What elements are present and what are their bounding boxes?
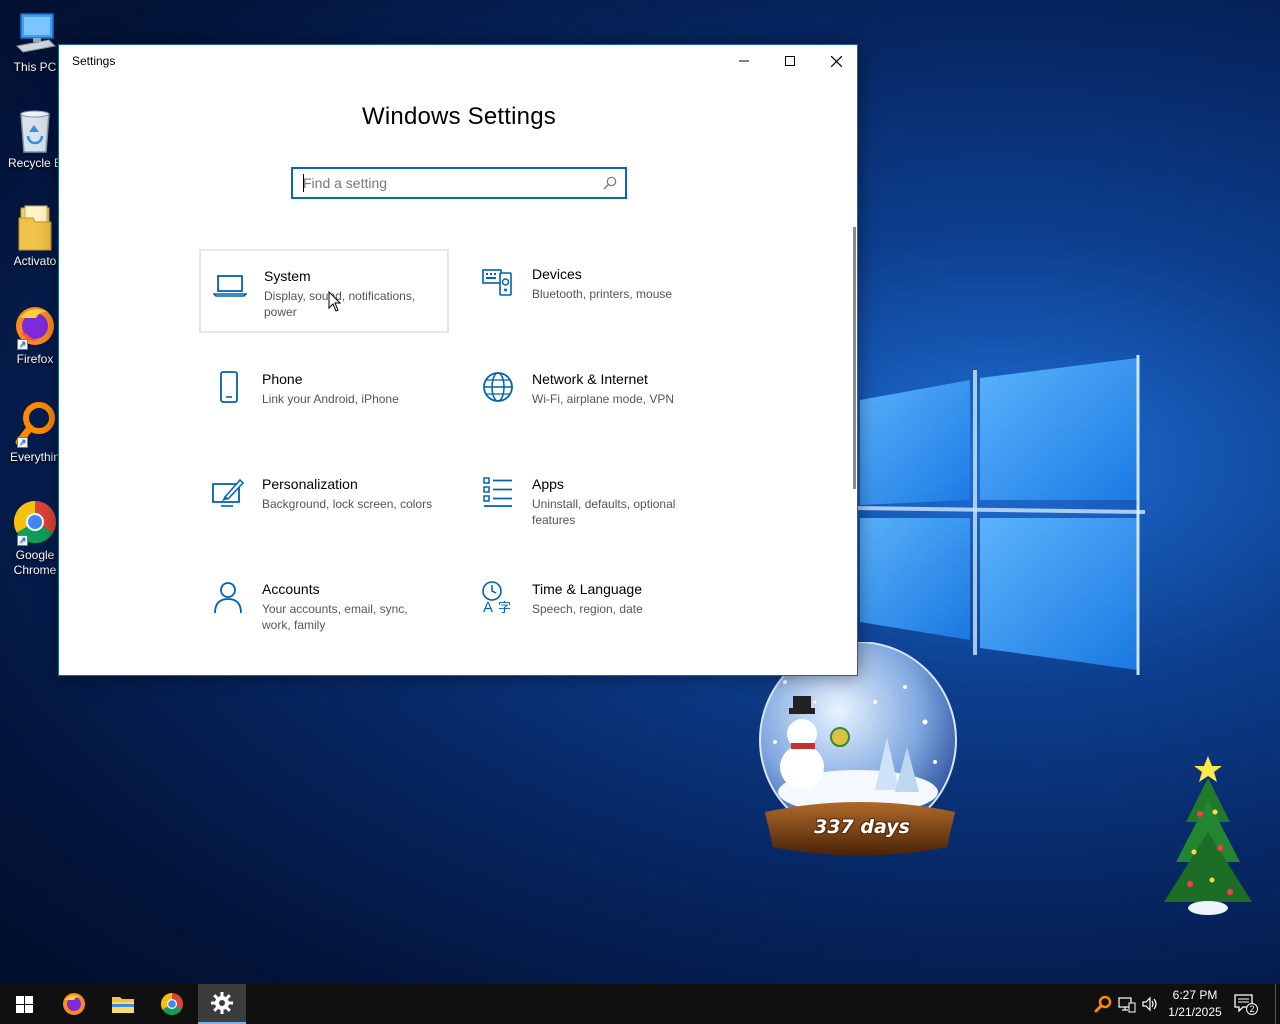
- taskbar-clock[interactable]: 6:27 PM 1/21/2025: [1162, 987, 1228, 1021]
- tile-description: Your accounts, email, sync, work, family: [262, 602, 408, 632]
- firefox-icon: [63, 993, 85, 1015]
- settings-window: Settings Windows Settings System Display…: [58, 44, 858, 676]
- search-box[interactable]: [291, 167, 627, 199]
- action-center-button[interactable]: 2: [1234, 994, 1258, 1016]
- tile-title: System: [264, 268, 311, 284]
- tile-title: Personalization: [262, 476, 358, 492]
- window-title: Settings: [72, 54, 116, 68]
- person-icon: [214, 582, 242, 614]
- network-icon[interactable]: [1118, 995, 1136, 1013]
- shortcut-arrow-icon: ↗: [17, 339, 28, 350]
- apps-list-icon: [483, 477, 512, 507]
- tile-network-internet[interactable]: Network & Internet Wi-Fi, airplane mode,…: [469, 354, 719, 438]
- folder-icon: [18, 205, 52, 251]
- desktop-icon-label: Everythin: [9, 450, 61, 464]
- tile-description: Bluetooth, printers, mouse: [532, 287, 673, 301]
- mouse-cursor-icon: [328, 291, 342, 312]
- desktop-icon-label: Firefox: [16, 352, 54, 366]
- taskbar-firefox[interactable]: [50, 984, 98, 1024]
- clock-date: 1/21/2025: [1168, 1005, 1222, 1019]
- tile-personalization[interactable]: Personalization Background, lock screen,…: [199, 459, 449, 543]
- settings-gear-icon: [211, 992, 233, 1014]
- desktop-icon-recycle-bin[interactable]: Recycle B: [4, 106, 66, 171]
- search-input[interactable]: [303, 173, 593, 193]
- show-desktop-button[interactable]: [1275, 984, 1280, 1024]
- svg-text:字: 字: [498, 600, 511, 614]
- tile-description: Uninstall, defaults, optional features: [532, 497, 676, 527]
- tile-description: Link your Android, iPhone: [262, 392, 399, 406]
- desktop-icon-label: Recycle B: [7, 156, 63, 170]
- desktop-icon-activator-folder[interactable]: Activato: [4, 204, 66, 269]
- notification-count-badge: 2: [1246, 1003, 1258, 1015]
- tile-accounts[interactable]: Accounts Your accounts, email, sync, wor…: [199, 564, 449, 648]
- close-icon: [830, 55, 842, 67]
- taskbar-settings[interactable]: [198, 984, 246, 1024]
- maximize-button[interactable]: [767, 45, 813, 77]
- everything-tray-icon[interactable]: [1094, 995, 1112, 1013]
- laptop-icon: [213, 275, 247, 297]
- tile-apps[interactable]: Apps Uninstall, defaults, optional featu…: [469, 459, 719, 543]
- tile-title: Accounts: [262, 581, 320, 597]
- tile-description: Speech, region, date: [532, 602, 643, 616]
- chrome-icon: [161, 993, 183, 1015]
- time-language-icon: A 字: [482, 581, 511, 614]
- tile-title: Apps: [532, 476, 564, 492]
- taskbar-file-explorer[interactable]: [99, 984, 147, 1024]
- title-bar[interactable]: Settings: [59, 45, 857, 77]
- snow-globe-days-counter: 337 days: [814, 816, 910, 838]
- minimize-button[interactable]: [721, 45, 767, 77]
- desktop-icon-google-chrome[interactable]: ↗ Google Chrome: [4, 498, 66, 578]
- text-caret: [303, 174, 304, 192]
- taskbar-chrome[interactable]: [148, 984, 196, 1024]
- shortcut-arrow-icon: ↗: [17, 535, 28, 546]
- recycle-bin-icon: [20, 110, 50, 153]
- desktop-icon-label: Google Chrome: [13, 548, 57, 577]
- tile-description: Background, lock screen, colors: [262, 497, 433, 511]
- snow-globe-widget[interactable]: 337 days: [755, 641, 965, 872]
- desktop-icon-label: This PC: [13, 60, 57, 74]
- tile-title: Phone: [262, 371, 303, 387]
- start-icon: [15, 995, 33, 1013]
- christmas-tree-icon[interactable]: [1160, 752, 1256, 920]
- this-pc-icon: [15, 13, 57, 53]
- svg-text:A: A: [483, 599, 493, 614]
- minimize-icon: [739, 60, 749, 62]
- globe-icon: [483, 372, 513, 402]
- tile-title: Devices: [532, 266, 582, 282]
- desktop-icon-everything[interactable]: ↗ Everythin: [4, 400, 66, 465]
- shortcut-arrow-icon: ↗: [17, 437, 28, 448]
- tile-system[interactable]: System Display, sound, notifications, po…: [199, 249, 449, 333]
- taskbar: 6:27 PM 1/21/2025 2: [0, 984, 1280, 1024]
- maximize-icon: [785, 56, 795, 66]
- desktop-icon-label: Activato: [13, 254, 57, 268]
- volume-icon[interactable]: [1141, 995, 1159, 1013]
- tile-title: Network & Internet: [532, 371, 648, 387]
- tile-phone[interactable]: Phone Link your Android, iPhone: [199, 354, 449, 438]
- tile-description: Wi-Fi, airplane mode, VPN: [532, 392, 675, 406]
- desktop-icon-firefox[interactable]: ↗ Firefox: [4, 302, 66, 367]
- page-title: Windows Settings: [362, 103, 556, 130]
- tile-devices[interactable]: Devices Bluetooth, printers, mouse: [469, 249, 719, 333]
- close-button[interactable]: [813, 45, 859, 77]
- tile-time-language[interactable]: A 字 Time & Language Speech, region, date: [469, 564, 719, 648]
- desktop-icon-this-pc[interactable]: This PC: [4, 10, 66, 75]
- scrollbar[interactable]: [853, 227, 856, 489]
- clock-time: 6:27 PM: [1172, 988, 1218, 1002]
- windows-logo-wallpaper: [855, 355, 1145, 675]
- search-icon: [603, 176, 617, 190]
- tile-description: Display, sound, notifications, power: [264, 289, 416, 319]
- devices-icon: [482, 269, 512, 296]
- personalization-icon: [212, 478, 245, 507]
- start-button[interactable]: [0, 984, 48, 1024]
- tile-title: Time & Language: [532, 581, 642, 597]
- file-explorer-icon: [112, 997, 134, 1013]
- phone-icon: [220, 371, 238, 403]
